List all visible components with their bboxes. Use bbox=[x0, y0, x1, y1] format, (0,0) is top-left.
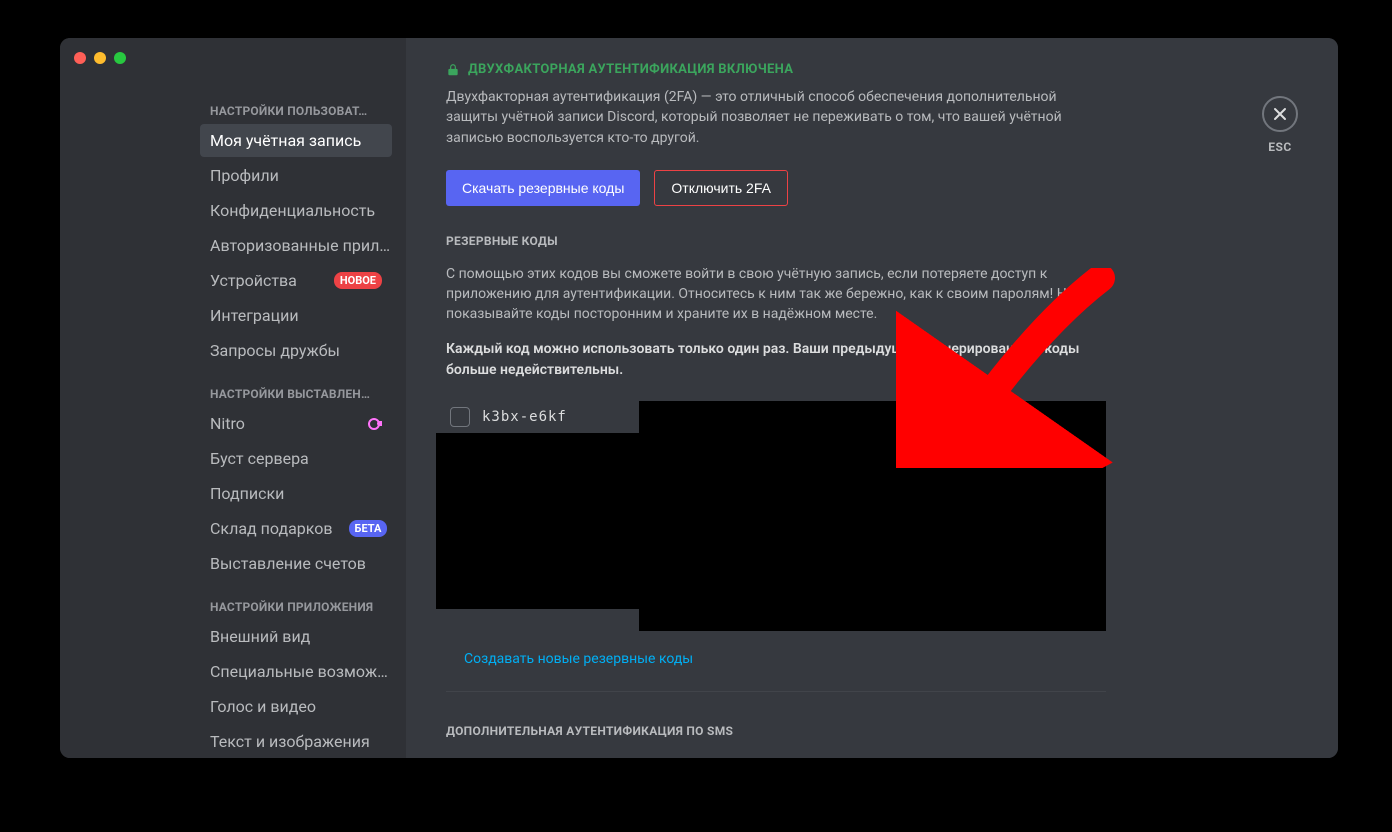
sidebar-item-label: Склад подарков bbox=[210, 519, 333, 538]
generate-new-codes-link[interactable]: Создавать новые резервные коды bbox=[446, 651, 693, 667]
sms-auth-title: ДОПОЛНИТЕЛЬНАЯ АУТЕНТИФИКАЦИЯ ПО SMS bbox=[446, 724, 1106, 738]
settings-main: ESC ДВУХФАКТОРНАЯ АУТЕНТИФИКАЦИЯ ВКЛЮЧЕН… bbox=[406, 38, 1338, 758]
settings-sidebar: НАСТРОЙКИ ПОЛЬЗОВАТ… Моя учётная запись Пр… bbox=[60, 38, 406, 758]
sidebar-badge: БЕТА bbox=[349, 520, 388, 537]
lock-icon bbox=[446, 63, 460, 77]
sidebar-item[interactable]: Голос и видео bbox=[200, 690, 392, 723]
sidebar-item-label: Конфиденциальность bbox=[210, 201, 375, 220]
esc-label: ESC bbox=[1268, 140, 1292, 154]
sidebar-item-label: Подписки bbox=[210, 484, 284, 503]
sidebar-item-label: Специальные возмож… bbox=[210, 662, 388, 681]
sidebar-item-label: Интеграции bbox=[210, 306, 299, 325]
sidebar-item[interactable]: Профили bbox=[200, 159, 392, 192]
sidebar-item[interactable]: Авторизованные прил… bbox=[200, 229, 392, 262]
backup-codes-title: РЕЗЕРВНЫЕ КОДЫ bbox=[446, 234, 1106, 248]
close-settings-button[interactable]: ESC bbox=[1262, 96, 1298, 154]
sidebar-item-label: Запросы дружбы bbox=[210, 341, 340, 360]
sidebar-item[interactable]: Конфиденциальность bbox=[200, 194, 392, 227]
sidebar-section-header: НАСТРОЙКИ ПРИЛОЖЕНИЯ bbox=[200, 594, 392, 620]
disable-2fa-button[interactable]: Отключить 2FA bbox=[654, 170, 788, 206]
minimize-window-dot[interactable] bbox=[94, 52, 106, 64]
sidebar-item[interactable]: Интеграции bbox=[200, 299, 392, 332]
redacted-codes-left bbox=[436, 433, 639, 609]
sidebar-item-label: Голос и видео bbox=[210, 697, 316, 716]
sidebar-item-label: Nitro bbox=[210, 414, 245, 433]
divider bbox=[446, 691, 1106, 692]
sidebar-item[interactable]: Моя учётная запись bbox=[200, 124, 392, 157]
twofa-description: Двухфакторная аутентификация (2FA) — это… bbox=[446, 87, 1106, 148]
backup-codes-warning: Каждый код можно использовать только оди… bbox=[446, 339, 1106, 381]
close-icon bbox=[1262, 96, 1298, 132]
settings-window: НАСТРОЙКИ ПОЛЬЗОВАТ… Моя учётная запись Пр… bbox=[60, 38, 1338, 758]
sidebar-item[interactable]: Подписки bbox=[200, 477, 392, 510]
redacted-codes-right bbox=[639, 401, 1106, 631]
sidebar-item-label: Выставление счетов bbox=[210, 554, 366, 573]
sidebar-item[interactable]: Специальные возмож… bbox=[200, 655, 392, 688]
sidebar-badge: НОВОЕ bbox=[334, 272, 382, 289]
sidebar-item-label: Устройства bbox=[210, 271, 297, 290]
backup-code-item: k3bx-e6kf bbox=[446, 401, 639, 433]
backup-codes-description: С помощью этих кодов вы сможете войти в … bbox=[446, 264, 1106, 325]
sidebar-item-label: Профили bbox=[210, 166, 279, 185]
nitro-icon bbox=[366, 416, 382, 432]
download-backup-codes-button[interactable]: Скачать резервные коды bbox=[446, 170, 640, 206]
sidebar-section-header: НАСТРОЙКИ ПОЛЬЗОВАТ… bbox=[200, 98, 392, 124]
sidebar-item[interactable]: Запросы дружбы bbox=[200, 334, 392, 367]
code-checkbox[interactable] bbox=[450, 407, 470, 427]
sidebar-section-header: НАСТРОЙКИ ВЫСТАВЛЕН… bbox=[200, 381, 392, 407]
backup-codes-grid: k3bx-e6kf bbox=[446, 401, 1106, 631]
twofa-title: ДВУХФАКТОРНАЯ АУТЕНТИФИКАЦИЯ ВКЛЮЧЕНА bbox=[468, 62, 793, 77]
sidebar-item[interactable]: Nitro bbox=[200, 407, 392, 440]
sidebar-item-label: Внешний вид bbox=[210, 627, 310, 646]
sidebar-item-label: Моя учётная запись bbox=[210, 131, 361, 150]
sidebar-item[interactable]: Внешний вид bbox=[200, 620, 392, 653]
zoom-window-dot[interactable] bbox=[114, 52, 126, 64]
sidebar-item[interactable]: Буст сервера bbox=[200, 442, 392, 475]
sidebar-item-label: Авторизованные прил… bbox=[210, 236, 390, 255]
sidebar-item-label: Текст и изображения bbox=[210, 732, 370, 751]
twofa-enabled-header: ДВУХФАКТОРНАЯ АУТЕНТИФИКАЦИЯ ВКЛЮЧЕНА bbox=[446, 62, 1106, 77]
sidebar-item[interactable]: Устройства НОВОЕ bbox=[200, 264, 392, 297]
sidebar-item[interactable]: Текст и изображения bbox=[200, 725, 392, 758]
backup-code-value: k3bx-e6kf bbox=[482, 409, 567, 425]
close-window-dot[interactable] bbox=[74, 52, 86, 64]
sidebar-item[interactable]: Выставление счетов bbox=[200, 547, 392, 580]
sidebar-item[interactable]: Склад подарков БЕТА bbox=[200, 512, 392, 545]
sidebar-item-label: Буст сервера bbox=[210, 449, 309, 468]
window-controls bbox=[74, 52, 126, 64]
